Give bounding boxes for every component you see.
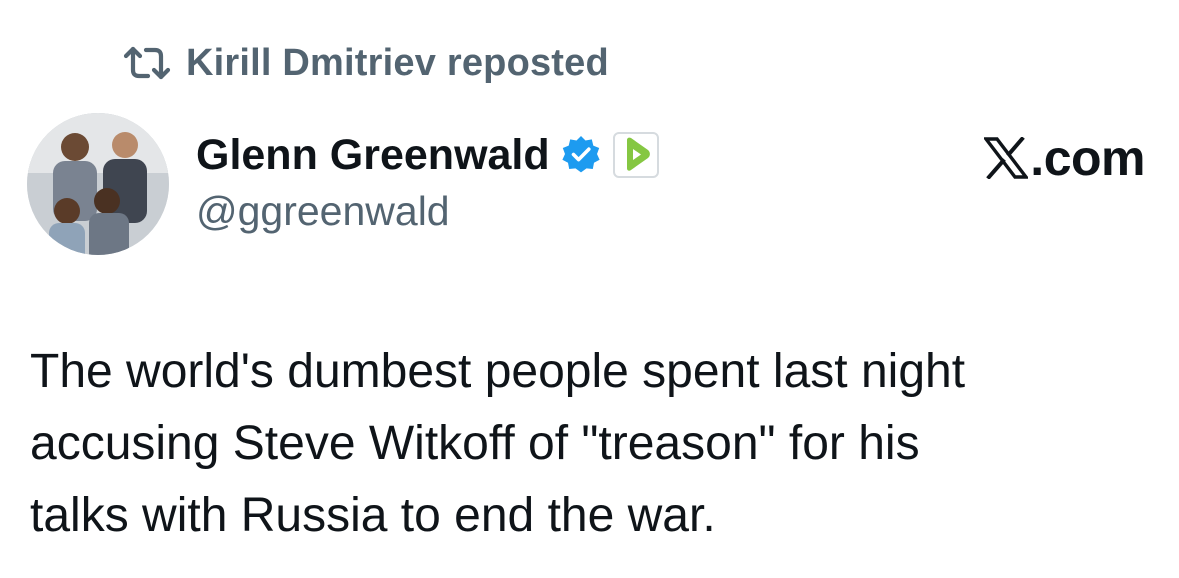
handle[interactable]: @ggreenwald (196, 188, 660, 235)
display-name[interactable]: Glenn Greenwald (196, 131, 550, 180)
avatar[interactable] (27, 113, 169, 255)
tweet-text: The world's dumbest people spent last ni… (30, 345, 966, 542)
rumble-play-icon (612, 131, 660, 179)
repost-icon (122, 44, 172, 82)
x-brand: .com (984, 130, 1145, 186)
repost-label[interactable]: Kirill Dmitriev reposted (186, 42, 609, 85)
x-domain: .com (1030, 130, 1145, 186)
author-block: Glenn Greenwald @ggreenwald (196, 126, 660, 235)
x-logo-icon (984, 137, 1029, 179)
name-row: Glenn Greenwald (196, 126, 660, 184)
verified-badge-icon (560, 134, 602, 176)
repost-header: Kirill Dmitriev reposted (122, 38, 609, 88)
